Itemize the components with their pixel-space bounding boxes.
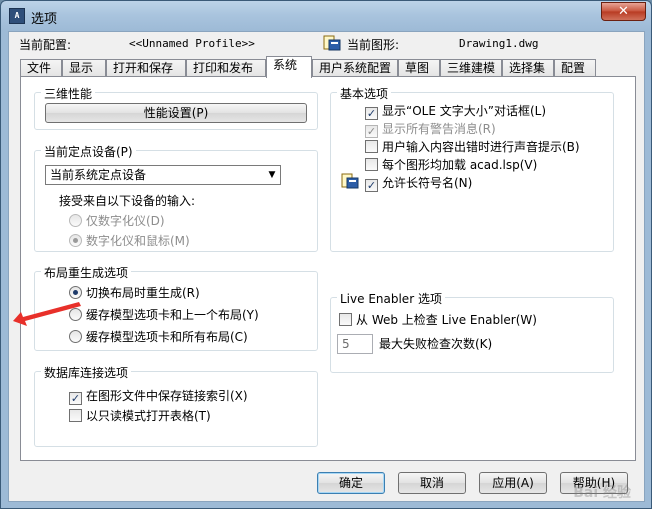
tab-drafting[interactable]: 草图 bbox=[398, 59, 440, 77]
ole-text-size-label: 显示“OLE 文字大小”对话框(L) bbox=[382, 104, 547, 118]
red-arrow-annotation-icon bbox=[13, 302, 81, 326]
group-3d-performance-title: 三维性能 bbox=[41, 85, 96, 102]
save-link-index-label: 在图形文件中保存链接索引(X) bbox=[86, 389, 248, 403]
group-3d-performance: 三维性能 性能设置(P) bbox=[34, 85, 318, 130]
check-web-live-enabler-checkbox[interactable]: 从 Web 上检查 Live Enabler(W) bbox=[339, 312, 537, 328]
tab-display[interactable]: 显示 bbox=[62, 59, 106, 77]
tab-system[interactable]: 系统 bbox=[266, 56, 312, 78]
open-tables-readonly-check[interactable] bbox=[69, 409, 82, 422]
digitizer-only-radio: 仅数字化仪(D) bbox=[69, 213, 165, 229]
window-title: 选项 bbox=[31, 12, 58, 27]
ole-text-size-checkbox[interactable]: ✓ 显示“OLE 文字大小”对话框(L) bbox=[365, 103, 547, 120]
check-web-live-enabler-check[interactable] bbox=[339, 313, 352, 326]
drawing-file-icon bbox=[323, 35, 341, 51]
tab-selection[interactable]: 选择集 bbox=[502, 59, 554, 77]
group-layout-regen-title: 布局重生成选项 bbox=[41, 264, 132, 281]
tab-plot-publish[interactable]: 打印和发布 bbox=[186, 59, 266, 77]
load-acad-lsp-checkbox[interactable]: 每个图形均加载 acad.lsp(V) bbox=[365, 157, 537, 173]
show-all-warnings-label: 显示所有警告消息(R) bbox=[382, 122, 496, 136]
beep-on-error-checkbox[interactable]: 用户输入内容出错时进行声音提示(B) bbox=[365, 139, 580, 155]
regen-on-switch-radio[interactable]: 切换布局时重生成(R) bbox=[69, 285, 200, 301]
load-acad-lsp-label: 每个图形均加载 acad.lsp(V) bbox=[382, 158, 538, 172]
cache-model-last-layout-label: 缓存模型选项卡和上一个布局(Y) bbox=[86, 308, 259, 322]
load-acad-lsp-check[interactable] bbox=[365, 158, 378, 171]
max-fail-checks-label: 最大失败检查次数(K) bbox=[379, 337, 493, 351]
ole-text-size-check[interactable]: ✓ bbox=[365, 107, 378, 120]
chevron-down-icon: ▼ bbox=[268, 170, 276, 180]
autocad-app-icon: A bbox=[9, 8, 25, 24]
tab-profiles[interactable]: 配置 bbox=[554, 59, 596, 77]
performance-settings-button[interactable]: 性能设置(P) bbox=[45, 103, 307, 123]
group-pointing-device-title: 当前定点设备(P) bbox=[41, 143, 136, 160]
current-drawing-value: Drawing1.dwg bbox=[459, 37, 539, 50]
options-dialog: A 选项 ✕ 当前配置: <<Unnamed Profile>> 当前图形: D… bbox=[0, 0, 652, 509]
dialog-client-area: 当前配置: <<Unnamed Profile>> 当前图形: Drawing1… bbox=[8, 31, 645, 502]
group-live-enabler: Live Enabler 选项 从 Web 上检查 Live Enabler(W… bbox=[330, 290, 614, 373]
show-all-warnings-check: ✓ bbox=[365, 125, 378, 138]
regen-on-switch-label: 切换布局时重生成(R) bbox=[86, 286, 200, 300]
check-web-live-enabler-label: 从 Web 上检查 Live Enabler(W) bbox=[356, 313, 537, 327]
digitizer-and-mouse-radio: 数字化仪和鼠标(M) bbox=[69, 233, 190, 249]
current-profile-value: <<Unnamed Profile>> bbox=[129, 37, 255, 50]
save-link-index-checkbox[interactable]: ✓ 在图形文件中保存链接索引(X) bbox=[69, 388, 248, 405]
cache-model-all-layouts-radio[interactable]: 缓存模型选项卡和所有布局(C) bbox=[69, 329, 248, 345]
cancel-button[interactable]: 取消 bbox=[398, 472, 466, 494]
digitizer-only-radio-dot bbox=[69, 214, 82, 227]
group-general-options-title: 基本选项 bbox=[337, 85, 392, 102]
save-link-index-check[interactable]: ✓ bbox=[69, 392, 82, 405]
max-fail-checks-input[interactable]: 5 bbox=[337, 334, 373, 354]
current-drawing-label: 当前图形: bbox=[347, 38, 400, 52]
beep-on-error-label: 用户输入内容出错时进行声音提示(B) bbox=[382, 140, 580, 154]
open-tables-readonly-label: 以只读模式打开表格(T) bbox=[86, 409, 211, 423]
current-profile-label: 当前配置: bbox=[19, 38, 72, 52]
digitizer-and-mouse-radio-dot bbox=[69, 234, 82, 247]
ok-button[interactable]: 确定 bbox=[317, 472, 385, 494]
long-symbol-names-label: 允许长符号名(N) bbox=[382, 176, 473, 190]
group-live-enabler-title: Live Enabler 选项 bbox=[337, 290, 445, 307]
baidu-jingyan-watermark: Bai 经验 bbox=[573, 485, 631, 501]
beep-on-error-check[interactable] bbox=[365, 140, 378, 153]
title-bar[interactable]: A 选项 ✕ bbox=[1, 1, 651, 31]
group-general-options: 基本选项 ✓ 显示“OLE 文字大小”对话框(L) ✓ 显示所有警告消息(R) 用户… bbox=[330, 85, 614, 252]
pointing-device-select[interactable]: 当前系统定点设备 ▼ bbox=[45, 165, 281, 185]
system-tab-panel: 三维性能 性能设置(P) 当前定点设备(P) 当前系统定点设备 ▼ 接受来自以下… bbox=[20, 76, 636, 461]
tab-3d-modeling[interactable]: 三维建模 bbox=[440, 59, 502, 77]
group-db-connect: 数据库连接选项 ✓ 在图形文件中保存链接索引(X) 以只读模式打开表格(T) bbox=[34, 364, 318, 447]
digitizer-only-label: 仅数字化仪(D) bbox=[86, 214, 165, 228]
open-tables-readonly-checkbox[interactable]: 以只读模式打开表格(T) bbox=[69, 408, 211, 424]
group-db-connect-title: 数据库连接选项 bbox=[41, 364, 132, 381]
apply-button[interactable]: 应用(A) bbox=[479, 472, 547, 494]
close-button[interactable]: ✕ bbox=[601, 2, 646, 21]
show-all-warnings-checkbox: ✓ 显示所有警告消息(R) bbox=[365, 121, 496, 138]
tab-user-preferences[interactable]: 用户系统配置 bbox=[312, 59, 398, 77]
tab-files[interactable]: 文件 bbox=[20, 59, 62, 77]
pointing-device-select-value: 当前系统定点设备 bbox=[50, 168, 147, 182]
autocad-setting-icon bbox=[341, 173, 359, 189]
cache-model-last-layout-radio[interactable]: 缓存模型选项卡和上一个布局(Y) bbox=[69, 307, 259, 323]
digitizer-and-mouse-label: 数字化仪和鼠标(M) bbox=[86, 234, 190, 248]
close-icon: ✕ bbox=[618, 4, 629, 19]
group-pointing-device: 当前定点设备(P) 当前系统定点设备 ▼ 接受来自以下设备的输入: 仅数字化仪(… bbox=[34, 143, 318, 252]
cache-model-all-layouts-radio-dot[interactable] bbox=[69, 330, 82, 343]
tab-strip: 文件 显示 打开和保存 打印和发布 系统 用户系统配置 草图 三维建模 选择集 … bbox=[20, 56, 640, 78]
accept-input-label: 接受来自以下设备的输入: bbox=[59, 194, 196, 208]
cache-model-all-layouts-label: 缓存模型选项卡和所有布局(C) bbox=[86, 330, 248, 344]
long-symbol-names-check[interactable]: ✓ bbox=[365, 179, 378, 192]
tab-open-save[interactable]: 打开和保存 bbox=[106, 59, 186, 77]
long-symbol-names-checkbox[interactable]: ✓ 允许长符号名(N) bbox=[365, 175, 473, 192]
